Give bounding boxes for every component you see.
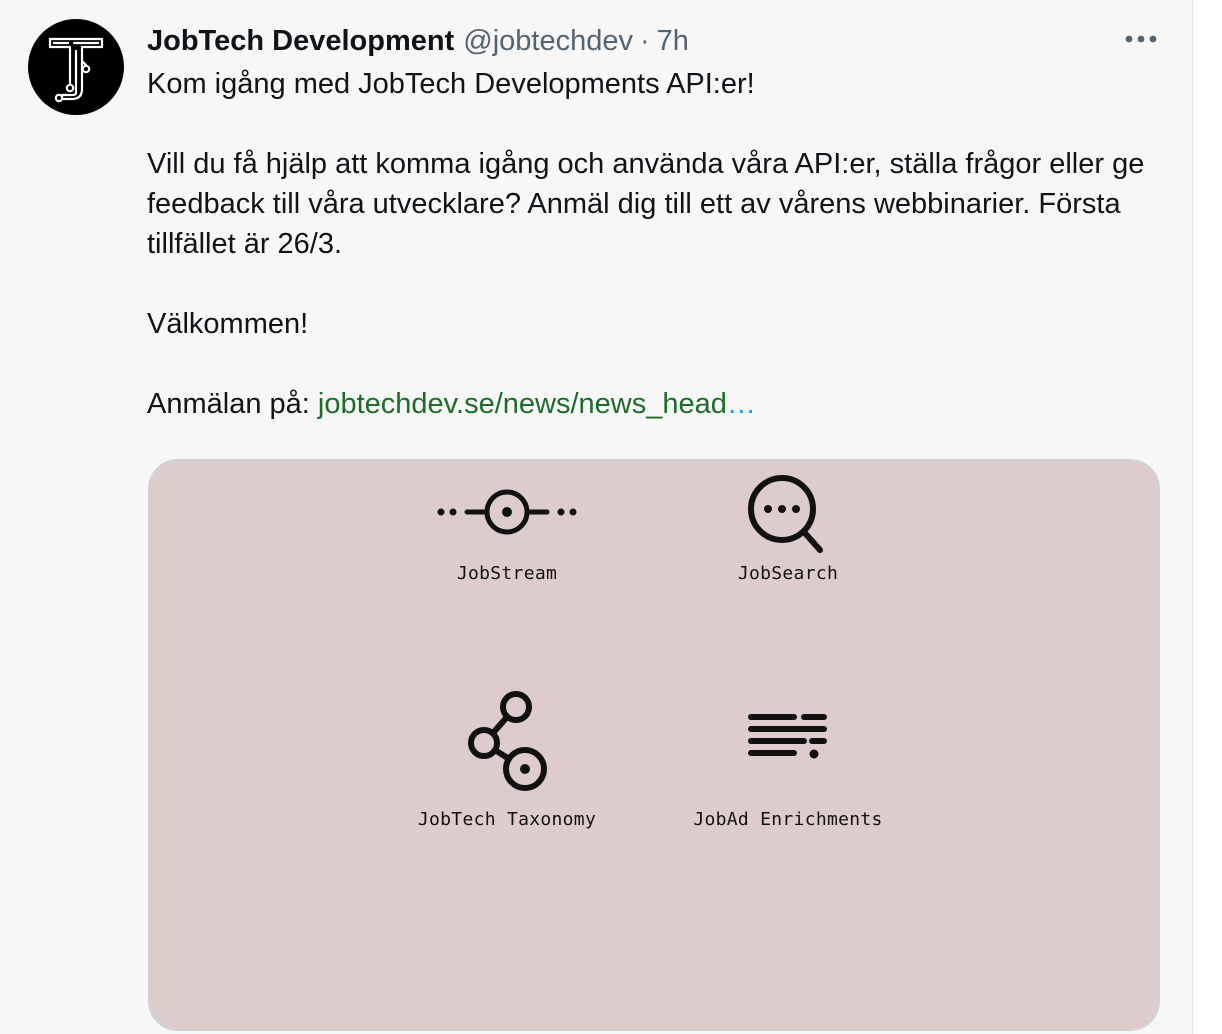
product-label-enrichments: JobAd Enrichments (693, 809, 883, 830)
jobstream-icon (437, 489, 577, 535)
separator-dot: · (639, 25, 650, 57)
tweet-text-line1: Kom igång med JobTech Developments API:e… (147, 68, 755, 100)
tweet-text-paragraph: Vill du få hjälp att komma igång och anv… (147, 148, 1145, 260)
tweet[interactable]: JobTech Development @jobtechdev · 7h Kom… (0, 0, 1192, 1034)
tweet-text: Kom igång med JobTech Developments API:e… (147, 64, 1177, 424)
product-label-jobsearch: JobSearch (737, 563, 839, 584)
more-options-button[interactable] (1122, 24, 1160, 54)
search-icon (748, 475, 823, 553)
avatar[interactable] (28, 19, 124, 115)
product-enrichments[interactable]: JobAd Enrichments (668, 709, 908, 830)
product-label-jobstream: JobStream (456, 563, 558, 584)
text-lines-icon (748, 714, 827, 759)
signup-prefix: Anmälan på: (147, 388, 318, 420)
more-horizontal-icon (1125, 35, 1157, 43)
product-taxonomy[interactable]: JobTech Taxonomy (387, 689, 627, 830)
display-name[interactable]: JobTech Development (147, 22, 454, 60)
right-rail (1192, 0, 1222, 1034)
tweet-header: JobTech Development @jobtechdev · 7h (147, 22, 689, 60)
media-card[interactable]: JobStream JobSearch JobTech Taxonomy Job… (148, 459, 1160, 1031)
timestamp[interactable]: 7h (657, 22, 689, 60)
product-jobstream[interactable]: JobStream (387, 473, 627, 584)
page: JobTech Development @jobtechdev · 7h Kom… (0, 0, 1222, 1034)
signup-link-text: jobtechdev.se/news/news_head (317, 388, 727, 420)
tweet-text-signup: Anmälan på: jobtechdev.se/news/news_head… (147, 384, 1177, 424)
signup-link[interactable]: jobtechdev.se/news/news_head… (318, 388, 756, 420)
signup-link-ellipsis: … (726, 388, 756, 420)
tweet-text-welcome: Välkommen! (147, 308, 309, 340)
user-handle[interactable]: @jobtechdev (463, 22, 633, 60)
product-label-taxonomy: JobTech Taxonomy (417, 809, 597, 830)
jobtech-logo-icon (48, 37, 104, 103)
taxonomy-nodes-icon (468, 691, 547, 791)
product-jobsearch[interactable]: JobSearch (668, 473, 908, 584)
